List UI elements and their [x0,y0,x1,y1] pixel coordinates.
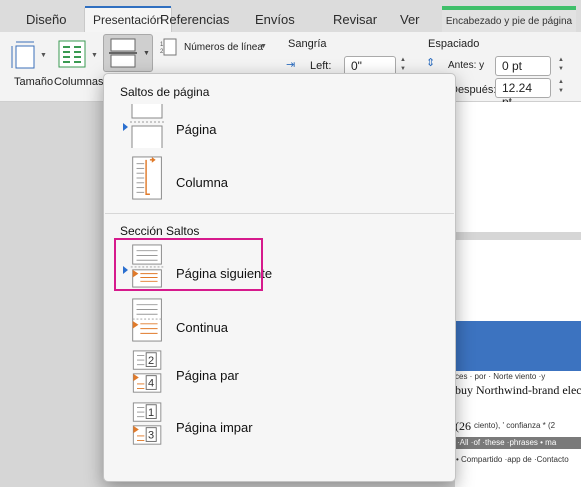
after-label: Después: [450,84,497,96]
menu-item-even-page[interactable]: 2 4 Página par [104,350,455,400]
spacing-after-input[interactable]: 12.24 pt [495,78,551,109]
menu-item-label: Página [176,122,217,137]
columns-button[interactable]: ▼ [58,40,98,74]
odd-page-break-icon: 1 3 [132,402,162,445]
chevron-down-icon: ▼ [40,52,47,59]
spacing-before-input[interactable]: 0 pt [495,56,551,76]
page-breaks-header: Saltos de página [120,85,210,99]
svg-text:1: 1 [160,42,164,48]
tab-header-footer[interactable]: Encabezado y pie de página [442,6,576,32]
tab-references[interactable]: Referencias [160,12,229,27]
menu-item-label: Página par [176,368,239,383]
tab-mailings[interactable]: Envíos [255,12,295,27]
menu-item-column[interactable]: Columna [104,156,455,206]
columns-label: Columnas [54,76,104,88]
spacing-label: Espaciado [428,38,480,50]
section-breaks-header: Sección Saltos [120,224,200,238]
chevron-down-icon: ▼ [91,52,98,59]
tab-design[interactable]: Diseño [26,12,66,27]
menu-item-label: Columna [176,175,229,190]
menu-item-label: Continua [176,320,229,335]
menu-item-continuous[interactable]: Continua [104,296,455,346]
menu-separator [105,213,454,214]
svg-text:2: 2 [148,355,154,367]
size-button[interactable]: ▼ [10,40,47,74]
chevron-down-icon: ▼ [143,50,150,57]
breaks-button[interactable]: ▼ [103,34,153,72]
line-numbers-button[interactable]: 1 2 Números de línea ▼ [160,38,270,58]
chevron-down-icon: ▼ [260,43,267,50]
page-top [455,102,581,232]
svg-text:1: 1 [148,407,154,419]
page-size-icon [11,41,35,69]
line-numbers-label: Números de línea [184,42,263,53]
even-page-break-icon: 2 4 [132,350,162,393]
svg-text:4: 4 [148,378,154,390]
size-label: Tamaño [14,76,54,88]
page-break-icon [130,104,164,148]
before-label: Antes: y [448,60,485,71]
svg-text:3: 3 [148,430,154,442]
menu-item-odd-page[interactable]: 1 3 Página impar [104,402,455,452]
ribbon-tab-bar: Diseño Presentación Referencias Envíos R… [0,0,581,33]
heading-band [448,321,581,371]
tab-view[interactable]: Ver [400,12,420,27]
spacing-after-stepper[interactable]: ▲ ▼ [556,78,566,98]
columns-icon [58,40,86,68]
left-label: Left: [310,60,332,72]
spacing-before-stepper[interactable]: ▲ ▼ [556,56,566,76]
continuous-break-icon [132,298,162,342]
tab-layout[interactable]: Presentación [84,6,173,33]
tab-review[interactable]: Revisar [333,12,377,27]
spacing-before-icon: ⇕ [426,57,436,69]
menu-item-label: Página impar [176,420,253,435]
menu-item-page[interactable]: Página [104,104,455,152]
breaks-icon [109,38,137,68]
indent-label: Sangría [288,38,327,50]
highlight-callout [114,238,263,291]
column-break-icon [132,156,162,200]
line-numbers-icon: 1 2 [160,38,177,56]
indent-left-icon: ⇥ [286,59,296,71]
svg-text:2: 2 [160,49,164,55]
